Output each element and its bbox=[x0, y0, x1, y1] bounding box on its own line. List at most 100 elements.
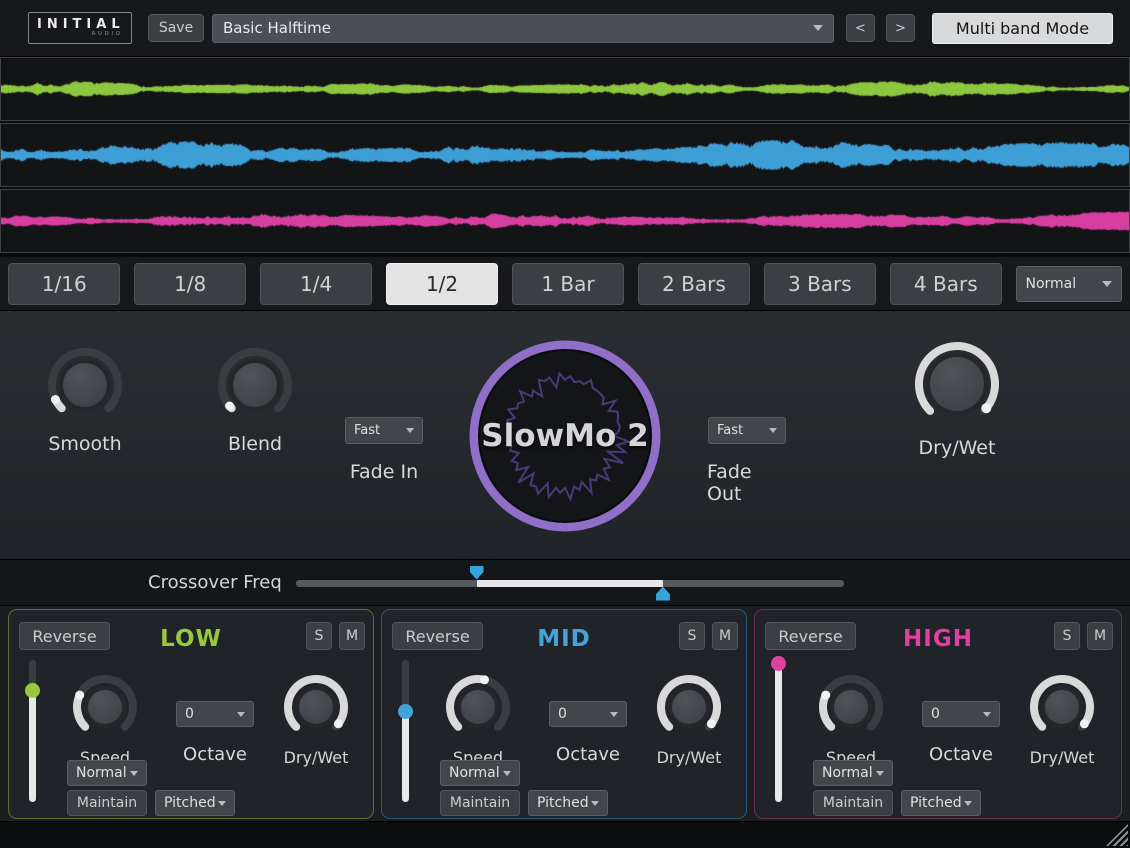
speed-knob[interactable] bbox=[72, 674, 138, 744]
octave-dropdown[interactable]: 0 bbox=[176, 701, 254, 727]
solo-button[interactable]: S bbox=[679, 622, 705, 650]
band-dry-wet-knob[interactable] bbox=[656, 674, 722, 744]
chevron-down-icon bbox=[406, 428, 414, 433]
blend-knob[interactable] bbox=[217, 347, 293, 427]
band-mode-dropdown[interactable]: Normal bbox=[813, 760, 893, 786]
slowmo-logo-text: SlowMo 2 bbox=[468, 339, 662, 533]
speed-knob[interactable] bbox=[445, 674, 511, 744]
smooth-label: Smooth bbox=[48, 433, 121, 455]
chevron-down-icon bbox=[610, 712, 618, 717]
smooth-knob[interactable] bbox=[47, 347, 123, 427]
mute-button[interactable]: M bbox=[339, 622, 365, 650]
timing-button-row: 1/16 1/8 1/4 1/2 1 Bar 2 Bars 3 Bars 4 B… bbox=[0, 257, 1130, 311]
octave-label: Octave bbox=[538, 744, 638, 765]
multi-band-mode-button[interactable]: Multi band Mode bbox=[932, 13, 1113, 44]
timing-button-2-bars[interactable]: 2 Bars bbox=[638, 263, 750, 305]
speed-knob[interactable] bbox=[818, 674, 884, 744]
pitched-dropdown[interactable]: Pitched bbox=[528, 790, 608, 816]
band-mode-dropdown[interactable]: Normal bbox=[67, 760, 147, 786]
chevron-down-icon bbox=[130, 771, 138, 776]
header-bar: INITIAL AUDIO Save Basic Halftime < > Mu… bbox=[0, 0, 1130, 57]
octave-label: Octave bbox=[165, 744, 265, 765]
chevron-down-icon bbox=[237, 712, 245, 717]
band-mode-value: Normal bbox=[449, 765, 500, 781]
chevron-down-icon bbox=[218, 801, 226, 806]
fade-in-dropdown[interactable]: Fast bbox=[345, 417, 423, 444]
band-dry-wet-label: Dry/Wet bbox=[1030, 748, 1095, 767]
chevron-down-icon bbox=[591, 801, 599, 806]
chevron-down-icon bbox=[1102, 281, 1112, 287]
chevron-down-icon bbox=[813, 25, 823, 31]
mid-band-panel: Reverse MID S M Speed 0 Octave Dry/Wet N… bbox=[381, 609, 747, 819]
playback-mode-dropdown[interactable]: Normal bbox=[1016, 266, 1123, 302]
mute-button[interactable]: M bbox=[1087, 622, 1113, 650]
preset-dropdown-value: Basic Halftime bbox=[223, 19, 331, 37]
timing-button-1-16[interactable]: 1/16 bbox=[8, 263, 120, 305]
maintain-button[interactable]: Maintain bbox=[813, 790, 893, 816]
timing-button-1-2[interactable]: 1/2 bbox=[386, 263, 498, 305]
logo-subtext: AUDIO bbox=[37, 31, 123, 38]
timing-button-1-bar[interactable]: 1 Bar bbox=[512, 263, 624, 305]
pitched-value: Pitched bbox=[537, 795, 589, 811]
mute-button[interactable]: M bbox=[712, 622, 738, 650]
band-dry-wet-knob[interactable] bbox=[1029, 674, 1095, 744]
octave-dropdown[interactable]: 0 bbox=[922, 701, 1000, 727]
pitched-value: Pitched bbox=[910, 795, 962, 811]
main-dry-wet-knob[interactable] bbox=[914, 341, 1000, 431]
band-volume-slider[interactable] bbox=[774, 660, 783, 802]
pitched-value: Pitched bbox=[164, 795, 216, 811]
octave-value: 0 bbox=[931, 706, 940, 722]
band-mode-value: Normal bbox=[76, 765, 127, 781]
crossover-section: Crossover Freq bbox=[0, 559, 1130, 606]
crossover-high-handle[interactable] bbox=[656, 587, 670, 601]
high-band-waveform bbox=[0, 189, 1130, 253]
chevron-down-icon bbox=[769, 428, 777, 433]
solo-button[interactable]: S bbox=[1054, 622, 1080, 650]
solo-button[interactable]: S bbox=[306, 622, 332, 650]
maintain-button[interactable]: Maintain bbox=[67, 790, 147, 816]
timing-button-1-4[interactable]: 1/4 bbox=[260, 263, 372, 305]
chevron-down-icon bbox=[964, 801, 972, 806]
octave-dropdown[interactable]: 0 bbox=[549, 701, 627, 727]
band-dry-wet-label: Dry/Wet bbox=[657, 748, 722, 767]
crossover-low-handle[interactable] bbox=[470, 566, 484, 580]
timing-button-3-bars[interactable]: 3 Bars bbox=[764, 263, 876, 305]
preset-prev-button[interactable]: < bbox=[846, 14, 875, 42]
logo-text: INITIAL bbox=[37, 18, 123, 31]
band-volume-slider[interactable] bbox=[401, 660, 410, 802]
octave-value: 0 bbox=[558, 706, 567, 722]
fade-out-value: Fast bbox=[717, 423, 743, 438]
preset-next-button[interactable]: > bbox=[886, 14, 915, 42]
octave-value: 0 bbox=[185, 706, 194, 722]
chevron-down-icon bbox=[503, 771, 511, 776]
save-button[interactable]: Save bbox=[148, 14, 204, 42]
low-band-panel: Reverse LOW S M Speed 0 Octave Dry/Wet N… bbox=[8, 609, 374, 819]
fade-in-value: Fast bbox=[354, 423, 380, 438]
band-mode-dropdown[interactable]: Normal bbox=[440, 760, 520, 786]
timing-button-4-bars[interactable]: 4 Bars bbox=[890, 263, 1002, 305]
playback-mode-value: Normal bbox=[1026, 276, 1077, 292]
fade-in-label: Fade In bbox=[350, 461, 418, 483]
slowmo-logo: SlowMo 2 bbox=[468, 339, 662, 533]
chevron-down-icon bbox=[876, 771, 884, 776]
band-panels: Reverse LOW S M Speed 0 Octave Dry/Wet N… bbox=[0, 606, 1130, 821]
resize-grip[interactable] bbox=[1106, 824, 1128, 846]
chevron-down-icon bbox=[983, 712, 991, 717]
mid-band-waveform bbox=[0, 123, 1130, 187]
main-dry-wet-label: Dry/Wet bbox=[919, 437, 996, 459]
crossover-freq-slider[interactable] bbox=[296, 568, 844, 598]
preset-dropdown[interactable]: Basic Halftime bbox=[212, 14, 834, 43]
bottom-bar bbox=[0, 821, 1130, 848]
crossover-freq-label: Crossover Freq bbox=[148, 572, 282, 593]
fade-out-dropdown[interactable]: Fast bbox=[708, 417, 786, 444]
octave-label: Octave bbox=[911, 744, 1011, 765]
band-volume-slider[interactable] bbox=[28, 660, 37, 802]
pitched-dropdown[interactable]: Pitched bbox=[901, 790, 981, 816]
pitched-dropdown[interactable]: Pitched bbox=[155, 790, 235, 816]
maintain-button[interactable]: Maintain bbox=[440, 790, 520, 816]
waveform-display-area bbox=[0, 57, 1130, 257]
low-band-waveform bbox=[0, 57, 1130, 121]
main-controls-section: Smooth Blend Fast Fade In SlowMo 2 Fast … bbox=[0, 311, 1130, 559]
timing-button-1-8[interactable]: 1/8 bbox=[134, 263, 246, 305]
band-dry-wet-knob[interactable] bbox=[283, 674, 349, 744]
